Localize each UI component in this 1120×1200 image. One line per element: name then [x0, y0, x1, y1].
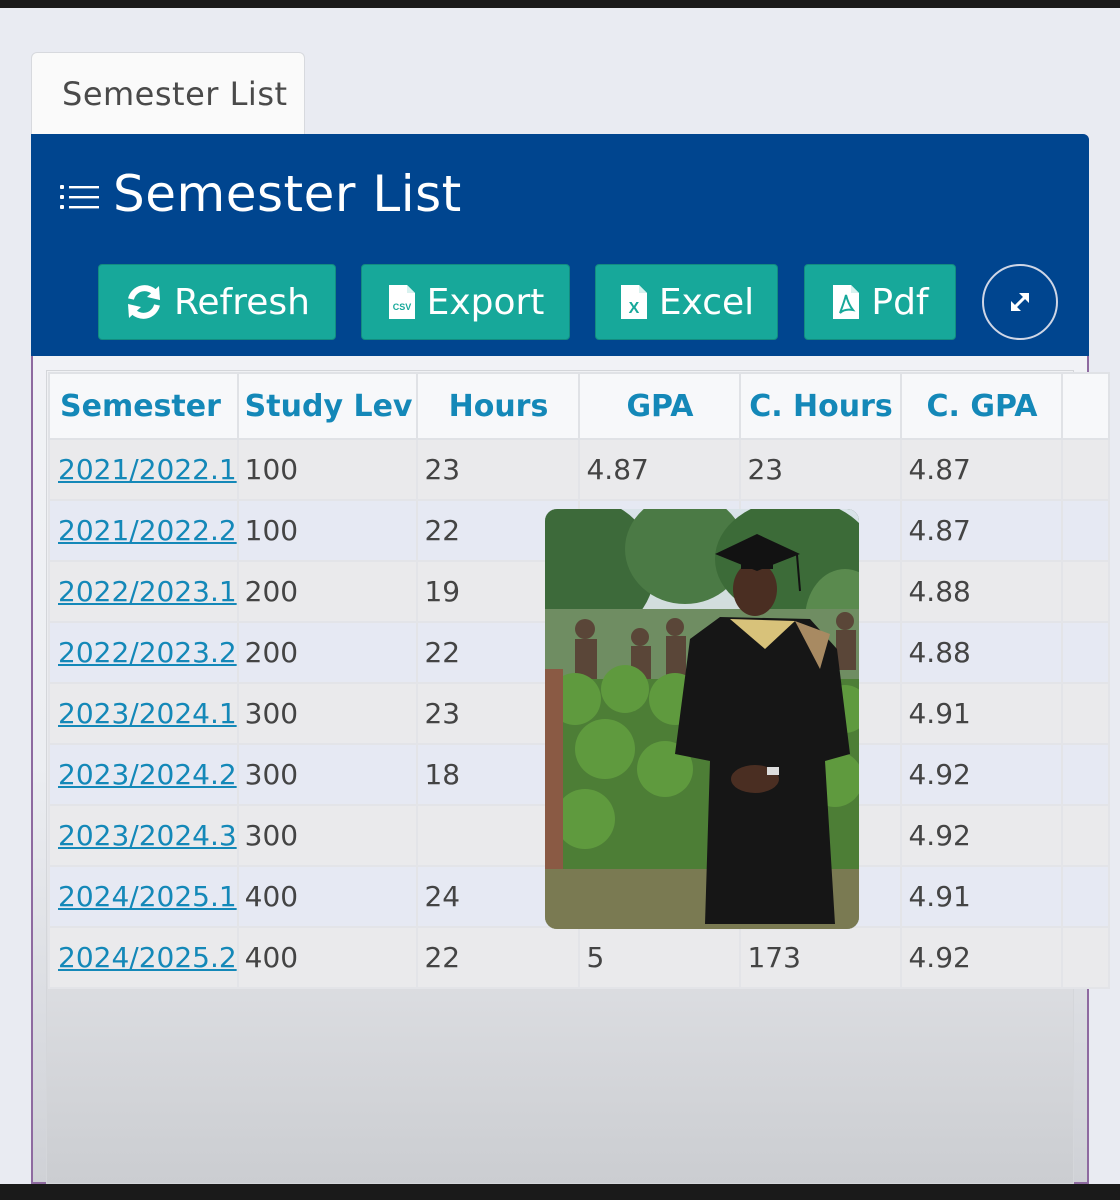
semester-cell[interactable]: 2023/2024.3 — [48, 804, 239, 867]
c-gpa-cell: 4.91 — [900, 682, 1064, 745]
spacer-cell — [1061, 682, 1111, 745]
excel-file-icon: X — [620, 285, 647, 319]
study-level-cell: 100 — [236, 499, 419, 562]
column-header-gpa[interactable]: GPA — [578, 372, 742, 440]
graduation-photo — [545, 509, 859, 929]
expand-arrows-icon — [1011, 293, 1029, 311]
semester-cell[interactable]: 2021/2022.1 — [48, 438, 239, 501]
study-level-cell: 200 — [236, 560, 419, 623]
c-gpa-cell: 4.88 — [900, 560, 1064, 623]
csv-file-icon: CSV — [388, 285, 415, 319]
semester-cell[interactable]: 2021/2022.2 — [48, 499, 239, 562]
semester-link[interactable]: 2021/2022.2 — [58, 514, 236, 547]
spacer-cell — [1061, 743, 1111, 806]
c-gpa-cell: 4.92 — [900, 926, 1064, 989]
export-label: Export — [426, 281, 545, 323]
gpa-cell: 5 — [578, 926, 742, 989]
semester-cell[interactable]: 2022/2023.2 — [48, 621, 239, 684]
c-hours-cell: 23 — [739, 438, 903, 501]
column-header-spacer — [1061, 372, 1111, 440]
panel-title: Semester List — [113, 165, 462, 223]
study-level-cell: 300 — [236, 804, 419, 867]
pdf-label: Pdf — [871, 281, 929, 323]
semester-link[interactable]: 2021/2022.1 — [58, 453, 236, 486]
tab-semester-list[interactable]: Semester List — [31, 52, 305, 134]
c-gpa-cell: 4.92 — [900, 804, 1064, 867]
study-level-cell: 200 — [236, 621, 419, 684]
refresh-button[interactable]: Refresh — [98, 264, 336, 340]
c-gpa-cell: 4.91 — [900, 865, 1064, 928]
hours-cell: 22 — [416, 926, 581, 989]
c-gpa-cell: 4.87 — [900, 438, 1064, 501]
semester-cell[interactable]: 2024/2025.2 — [48, 926, 239, 989]
excel-badge: X — [628, 300, 639, 317]
c-gpa-cell: 4.92 — [900, 743, 1064, 806]
spacer-cell — [1061, 926, 1111, 989]
export-button[interactable]: CSV Export — [361, 264, 570, 340]
excel-button[interactable]: X Excel — [595, 264, 778, 340]
spacer-cell — [1061, 438, 1111, 501]
column-header-c-hours[interactable]: C. Hours — [739, 372, 903, 440]
spacer-cell — [1061, 804, 1111, 867]
semester-link[interactable]: 2023/2024.3 — [58, 819, 236, 852]
list-icon — [60, 185, 99, 209]
column-header-c-gpa[interactable]: C. GPA — [900, 372, 1064, 440]
c-hours-cell: 173 — [739, 926, 903, 989]
hours-cell: 23 — [416, 438, 581, 501]
gpa-cell: 4.87 — [578, 438, 742, 501]
tab-label: Semester List — [62, 75, 288, 113]
top-edge-bar — [0, 0, 1120, 8]
expand-button[interactable] — [982, 264, 1058, 340]
table-header-row: Semester Study Lev Hours GPA C. Hours C.… — [48, 372, 1111, 440]
semester-link[interactable]: 2022/2023.1 — [58, 575, 236, 608]
pdf-button[interactable]: Pdf — [804, 264, 956, 340]
semester-cell[interactable]: 2023/2024.1 — [48, 682, 239, 745]
semester-link[interactable]: 2023/2024.2 — [58, 758, 236, 791]
semester-cell[interactable]: 2023/2024.2 — [48, 743, 239, 806]
semester-link[interactable]: 2023/2024.1 — [58, 697, 236, 730]
excel-label: Excel — [658, 281, 755, 323]
table-row: 2024/2025.2 400 22 5 173 4.92 — [48, 926, 1111, 989]
bottom-edge-bar — [0, 1184, 1120, 1200]
spacer-cell — [1061, 499, 1111, 562]
column-header-study-level[interactable]: Study Lev — [236, 372, 419, 440]
pdf-file-icon — [833, 285, 860, 319]
semester-link[interactable]: 2024/2025.1 — [58, 880, 236, 913]
table-row: 2021/2022.1 100 23 4.87 23 4.87 — [48, 438, 1111, 501]
column-header-hours[interactable]: Hours — [416, 372, 581, 440]
semester-cell[interactable]: 2024/2025.1 — [48, 865, 239, 928]
csv-badge: CSV — [392, 302, 411, 312]
spacer-cell — [1061, 560, 1111, 623]
semester-link[interactable]: 2024/2025.2 — [58, 941, 236, 974]
semester-link[interactable]: 2022/2023.2 — [58, 636, 236, 669]
spacer-cell — [1061, 621, 1111, 684]
c-gpa-cell: 4.88 — [900, 621, 1064, 684]
spacer-cell — [1061, 865, 1111, 928]
semester-cell[interactable]: 2022/2023.1 — [48, 560, 239, 623]
study-level-cell: 400 — [236, 865, 419, 928]
study-level-cell: 300 — [236, 743, 419, 806]
column-header-semester[interactable]: Semester — [48, 372, 239, 440]
study-level-cell: 300 — [236, 682, 419, 745]
study-level-cell: 100 — [236, 438, 419, 501]
c-gpa-cell: 4.87 — [900, 499, 1064, 562]
study-level-cell: 400 — [236, 926, 419, 989]
refresh-label: Refresh — [174, 281, 310, 323]
refresh-icon — [128, 285, 161, 319]
